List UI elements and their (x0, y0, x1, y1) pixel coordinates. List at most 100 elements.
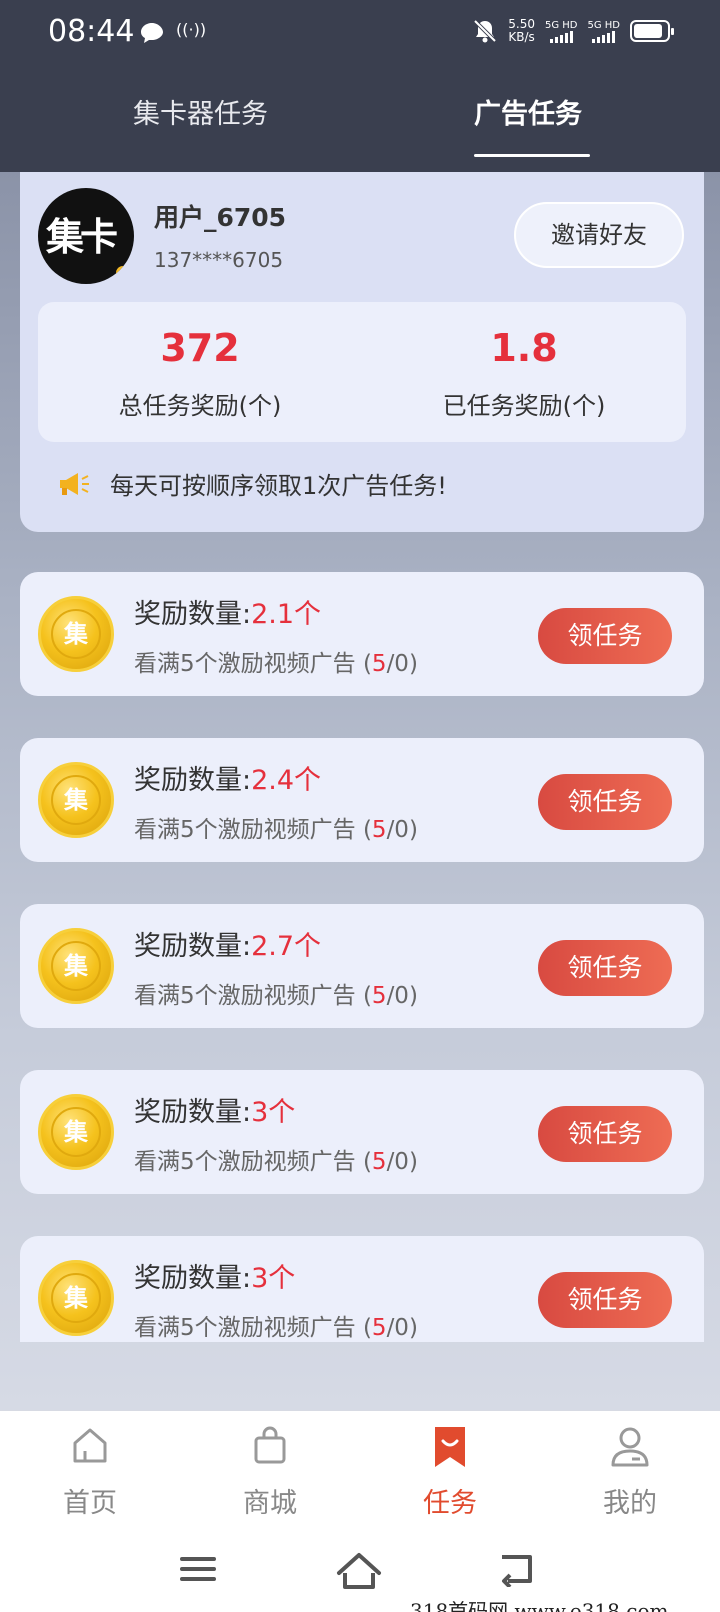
signal-bars-icon (545, 30, 578, 43)
stat-value: 1.8 (490, 326, 558, 370)
avatar[interactable]: 集卡 (38, 188, 134, 284)
coin-char: 集 (51, 941, 101, 991)
coin-icon: 集 (38, 596, 114, 672)
progress-done: 5 (371, 1149, 387, 1175)
bell-muted-icon (473, 19, 497, 43)
desc-text: 看满5个激励视频广告 ( (134, 1315, 372, 1341)
network-speed: 5.50 KB/s (508, 18, 535, 44)
sim2-label: 5G HD (587, 19, 620, 31)
nav-profile[interactable]: 我的 (540, 1411, 720, 1531)
back-icon[interactable] (496, 1551, 536, 1587)
signal-sim2: 5G HD (587, 20, 620, 43)
signal-bars-icon (587, 30, 620, 43)
battery-icon (630, 20, 674, 42)
claim-task-button[interactable]: 领任务 (538, 940, 672, 996)
sim1-label: 5G HD (544, 19, 578, 31)
task-description: 看满5个激励视频广告 (5/0) (134, 810, 418, 844)
watermark-text: 318首码网 www.e318.com (410, 1595, 669, 1612)
status-bar: 08:44 ((·)) 5.50 KB/s 5G HD 5G HD (0, 0, 720, 70)
menu-icon[interactable] (178, 1551, 218, 1587)
username: 用户_6705 (154, 203, 287, 232)
nav-home[interactable]: 首页 (0, 1411, 180, 1531)
progress-done: 5 (371, 651, 387, 677)
active-tab-indicator (474, 154, 590, 157)
progress-done: 5 (371, 983, 387, 1009)
reward-amount: 2.4个 (251, 765, 322, 796)
reward-amount: 3个 (251, 1097, 296, 1128)
progress-rest: /0) (386, 1315, 418, 1341)
task-card: 集 奖励数量:3个 看满5个激励视频广告 (5/0) 领任务 (20, 1070, 704, 1194)
task-description: 看满5个激励视频广告 (5/0) (134, 1142, 418, 1176)
home-system-icon[interactable] (336, 1551, 382, 1591)
claim-task-button[interactable]: 领任务 (538, 1272, 672, 1328)
header: 08:44 ((·)) 5.50 KB/s 5G HD 5G HD 集卡器任务 … (0, 0, 720, 172)
task-reward: 奖励数量:3个 (134, 1256, 295, 1295)
notice-bar: 每天可按顺序领取1次广告任务! (56, 466, 447, 501)
stat-value: 372 (160, 326, 240, 370)
claim-task-button[interactable]: 领任务 (538, 774, 672, 830)
progress-done: 5 (371, 1315, 387, 1341)
stat-total-rewards: 372 总任务奖励(个) (38, 302, 362, 442)
progress-rest: /0) (386, 651, 418, 677)
tab-card-collector-tasks[interactable]: 集卡器任务 (133, 92, 268, 131)
reward-label: 奖励数量: (134, 931, 252, 962)
progress-rest: /0) (386, 817, 418, 843)
desc-text: 看满5个激励视频广告 ( (134, 651, 372, 677)
reward-amount: 2.7个 (251, 931, 322, 962)
claim-task-button[interactable]: 领任务 (538, 608, 672, 664)
task-tabs: 集卡器任务 广告任务 (0, 92, 720, 162)
reward-amount: 2.1个 (251, 599, 322, 630)
nav-label: 任务 (423, 1488, 477, 1519)
progress-rest: /0) (386, 1149, 418, 1175)
notice-text: 每天可按顺序领取1次广告任务! (110, 472, 447, 500)
reward-stats: 372 总任务奖励(个) 1.8 已任务奖励(个) (38, 302, 686, 442)
reward-amount: 3个 (251, 1263, 296, 1294)
task-card: 集 奖励数量:2.1个 看满5个激励视频广告 (5/0) 领任务 (20, 572, 704, 696)
task-reward: 奖励数量:3个 (134, 1090, 295, 1129)
status-indicators: 5.50 KB/s 5G HD 5G HD (472, 18, 674, 44)
avatar-text: 集卡 (46, 215, 118, 259)
desc-text: 看满5个激励视频广告 ( (134, 817, 372, 843)
desc-text: 看满5个激励视频广告 ( (134, 983, 372, 1009)
signal-sim1: 5G HD (544, 19, 578, 43)
coin-char: 集 (51, 609, 101, 659)
stat-claimed-rewards: 1.8 已任务奖励(个) (362, 302, 686, 442)
reward-label: 奖励数量: (134, 765, 252, 796)
user-phone: 137****6705 (154, 248, 284, 272)
bookmark-icon (435, 1427, 465, 1467)
nav-label: 商城 (243, 1488, 297, 1519)
status-time: 08:44 (48, 14, 135, 49)
stat-label: 总任务奖励(个) (118, 392, 282, 420)
speed-unit: KB/s (508, 30, 535, 44)
task-description: 看满5个激励视频广告 (5/0) (134, 1308, 418, 1342)
progress-rest: /0) (386, 983, 418, 1009)
home-icon (73, 1428, 107, 1463)
avatar-badge (116, 266, 130, 280)
coin-char: 集 (51, 775, 101, 825)
nav-mall[interactable]: 商城 (180, 1411, 360, 1531)
task-card: 集 奖励数量:2.7个 看满5个激励视频广告 (5/0) 领任务 (20, 904, 704, 1028)
task-card: 集 奖励数量:3个 看满5个激励视频广告 (5/0) 领任务 (20, 1236, 704, 1342)
task-reward: 奖励数量:2.4个 (134, 758, 321, 797)
chat-bubble-icon (141, 23, 163, 43)
tab-ad-tasks[interactable]: 广告任务 (474, 92, 582, 131)
task-reward: 奖励数量:2.1个 (134, 592, 321, 631)
task-description: 看满5个激励视频广告 (5/0) (134, 976, 418, 1010)
coin-char: 集 (51, 1107, 101, 1157)
claim-task-button[interactable]: 领任务 (538, 1106, 672, 1162)
task-description: 看满5个激励视频广告 (5/0) (134, 644, 418, 678)
progress-done: 5 (371, 817, 387, 843)
nav-tasks[interactable]: 任务 (360, 1411, 540, 1531)
bottom-navigation: 首页 商城 任务 我的 318首码网 www.e318.com (0, 1410, 720, 1612)
reward-label: 奖励数量: (134, 599, 252, 630)
hotspot-icon: ((·)) (176, 20, 207, 39)
nav-label: 我的 (603, 1488, 657, 1519)
main-content: 集卡 用户_6705 137****6705 邀请好友 372 总任务奖励(个)… (0, 172, 720, 1410)
reward-label: 奖励数量: (134, 1263, 252, 1294)
coin-icon: 集 (38, 928, 114, 1004)
task-scroll-area[interactable]: 集卡 用户_6705 137****6705 邀请好友 372 总任务奖励(个)… (0, 172, 720, 1342)
task-card: 集 奖励数量:2.4个 看满5个激励视频广告 (5/0) 领任务 (20, 738, 704, 862)
invite-friends-button[interactable]: 邀请好友 (514, 202, 684, 268)
nav-label: 首页 (63, 1488, 117, 1519)
coin-icon: 集 (38, 1094, 114, 1170)
